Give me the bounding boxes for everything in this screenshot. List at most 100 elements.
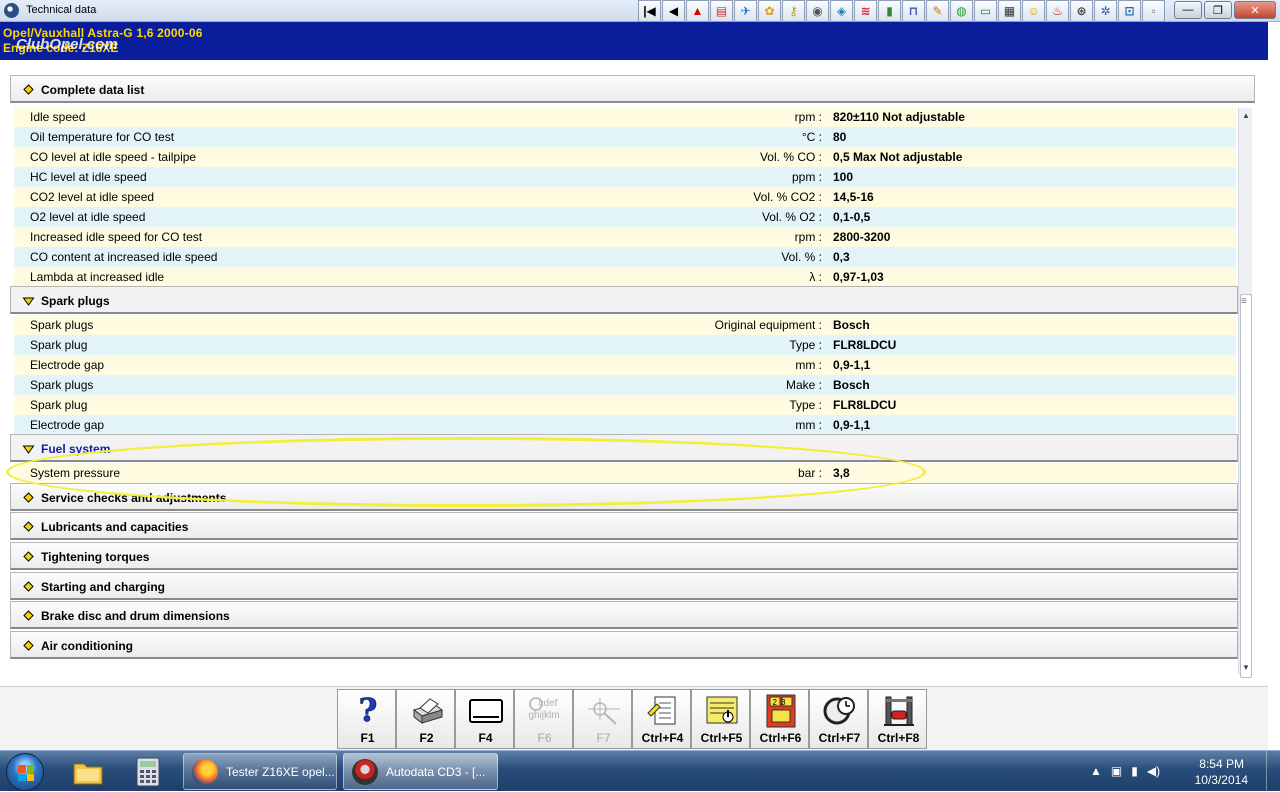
brake-icon[interactable]: ◍ — [950, 0, 973, 22]
row-name: Spark plugs — [30, 378, 94, 392]
fkey-label: F2 — [419, 731, 434, 745]
ctrl-f6-grid-button[interactable]: 23 Ctrl+F6 — [750, 689, 809, 749]
ctrl-f4-notes-button[interactable]: Ctrl+F4 — [632, 689, 691, 749]
row-unit: °C : — [801, 130, 822, 144]
show-hidden-icons-icon[interactable]: ▲ — [1090, 764, 1102, 778]
data-row: Spark plug Type : FLR8LDCU — [14, 395, 1236, 415]
minimize-icon[interactable]: — — [1174, 1, 1202, 19]
arrow-icon — [23, 492, 34, 503]
f1-help-button[interactable]: ? F1 — [337, 689, 396, 749]
f6-search-text-button[interactable]: cdef ghijklm F6 — [514, 689, 573, 749]
taskbar-autodata-button[interactable]: Autodata CD3 - [... — [343, 753, 498, 790]
row-unit: mm : — [795, 418, 822, 432]
row-unit: Vol. % : — [781, 250, 822, 264]
show-desktop-button[interactable] — [1266, 751, 1280, 792]
section-label: Complete data list — [41, 83, 145, 97]
svg-text:?: ? — [358, 694, 377, 728]
row-name: Electrode gap — [30, 418, 105, 432]
wheel-icon[interactable]: ⊛ — [1070, 0, 1093, 22]
row-value: 80 — [833, 130, 847, 144]
row-unit: bar : — [797, 466, 822, 480]
network-icon[interactable]: ▣ — [1111, 764, 1122, 778]
manual-icon[interactable]: ▦ — [998, 0, 1021, 22]
ctrl-f5-list-button[interactable]: Ctrl+F5 — [691, 689, 750, 749]
ctrl-f7-timer-button[interactable]: Ctrl+F7 — [809, 689, 868, 749]
data-row: Increased idle speed for CO test rpm : 280… — [14, 227, 1236, 247]
document-icon[interactable]: ▤ — [710, 0, 733, 22]
scroll-down-icon[interactable]: ▼ — [1239, 660, 1253, 674]
volume-icon[interactable]: ◀) — [1147, 764, 1160, 778]
tools-icon[interactable]: ✈ — [734, 0, 757, 22]
previous-icon[interactable]: ◀ — [662, 0, 685, 22]
screen-icon — [456, 694, 515, 728]
data-row: Idle speed rpm : 820±110 Not adjustable — [14, 107, 1236, 127]
close-icon[interactable]: ✕ — [1234, 1, 1276, 19]
f4-screen-button[interactable]: F4 — [455, 689, 514, 749]
fkey-label: Ctrl+F4 — [641, 731, 684, 745]
section-fuel-system[interactable]: Fuel system — [10, 434, 1238, 462]
row-name: CO2 level at idle speed — [30, 190, 155, 204]
note-icon[interactable]: ▫ — [1142, 0, 1165, 22]
diagnostics-icon[interactable]: ◈ — [830, 0, 853, 22]
fuel-icon[interactable]: ≋ — [854, 0, 877, 22]
parts-icon[interactable]: ✿ — [758, 0, 781, 22]
fkey-label: F1 — [360, 731, 375, 745]
vertical-scrollbar[interactable]: ▲ ≡ ▼ — [1238, 108, 1253, 678]
scroll-up-icon[interactable]: ▲ — [1239, 108, 1253, 122]
gauge-icon[interactable]: ◉ — [806, 0, 829, 22]
row-value: 14,5-16 — [833, 190, 874, 204]
arrow-icon — [23, 84, 34, 95]
row-name: Spark plug — [30, 338, 88, 352]
calculator-icon[interactable] — [122, 754, 174, 790]
taskbar-firefox-button[interactable]: Tester Z16XE opel... — [183, 753, 337, 790]
aircon-icon[interactable]: ✲ — [1094, 0, 1117, 22]
search-icon-text-bottom: ghijklm — [528, 710, 559, 721]
warning-icon[interactable]: ▲ — [686, 0, 709, 22]
window-title: Technical data — [26, 4, 97, 16]
battery-icon[interactable]: ▮ — [878, 0, 901, 22]
arrow-icon — [23, 640, 34, 651]
file-explorer-icon[interactable] — [62, 754, 114, 790]
oil-icon[interactable]: ▭ — [974, 0, 997, 22]
clock-date[interactable]: 10/3/2014 — [1195, 773, 1248, 787]
car-icon[interactable]: ⊡ — [1118, 0, 1141, 22]
section-brake-dimensions[interactable]: Brake disc and drum dimensions — [10, 601, 1238, 629]
row-name: Oil temperature for CO test — [30, 130, 175, 144]
numbered-grid-icon: 23 — [751, 694, 810, 728]
row-unit: Vol. % O2 : — [761, 210, 822, 224]
data-row: Spark plugs Make : Bosch — [14, 375, 1236, 395]
section-complete-data-list[interactable]: Complete data list — [10, 75, 1255, 103]
fkey-label: Ctrl+F5 — [700, 731, 743, 745]
section-spark-plugs[interactable]: Spark plugs — [10, 286, 1238, 314]
print-icon — [397, 694, 456, 728]
f2-print-button[interactable]: F2 — [396, 689, 455, 749]
fkey-label: Ctrl+F7 — [818, 731, 861, 745]
clock-time[interactable]: 8:54 PM — [1199, 757, 1244, 771]
timing-icon[interactable]: ☺ — [1022, 0, 1045, 22]
row-name: Spark plugs — [30, 318, 94, 332]
scroll-grip-icon: ≡ — [1241, 296, 1247, 307]
first-record-icon[interactable]: |◀ — [638, 0, 661, 22]
section-tightening-torques[interactable]: Tightening torques — [10, 542, 1238, 570]
section-starting-charging[interactable]: Starting and charging — [10, 572, 1238, 600]
row-value: 0,1-0,5 — [833, 210, 871, 224]
lift-icon[interactable]: ⊓ — [902, 0, 925, 22]
section-service-checks[interactable]: Service checks and adjustments — [10, 483, 1238, 511]
fkey-label: F7 — [596, 731, 611, 745]
row-unit: ppm : — [791, 170, 822, 184]
repair-icon[interactable]: ✎ — [926, 0, 949, 22]
row-name: CO level at idle speed - tailpipe — [30, 150, 197, 164]
vehicle-lift-icon — [869, 694, 928, 728]
belt-icon[interactable]: ♨ — [1046, 0, 1069, 22]
section-air-conditioning[interactable]: Air conditioning — [10, 631, 1238, 659]
signal-icon[interactable]: ▮ — [1131, 764, 1138, 778]
maximize-icon[interactable]: ❐ — [1204, 1, 1232, 19]
key-icon[interactable]: ⚷ — [782, 0, 805, 22]
section-lubricants[interactable]: Lubricants and capacities — [10, 512, 1238, 540]
section-label: Starting and charging — [41, 580, 166, 594]
ctrl-f8-lift-button[interactable]: Ctrl+F8 — [868, 689, 927, 749]
windows-start-icon[interactable] — [6, 753, 44, 791]
f7-crosshair-button[interactable]: F7 — [573, 689, 632, 749]
scroll-thumb[interactable] — [1240, 294, 1252, 678]
row-name: Increased idle speed for CO test — [30, 230, 203, 244]
